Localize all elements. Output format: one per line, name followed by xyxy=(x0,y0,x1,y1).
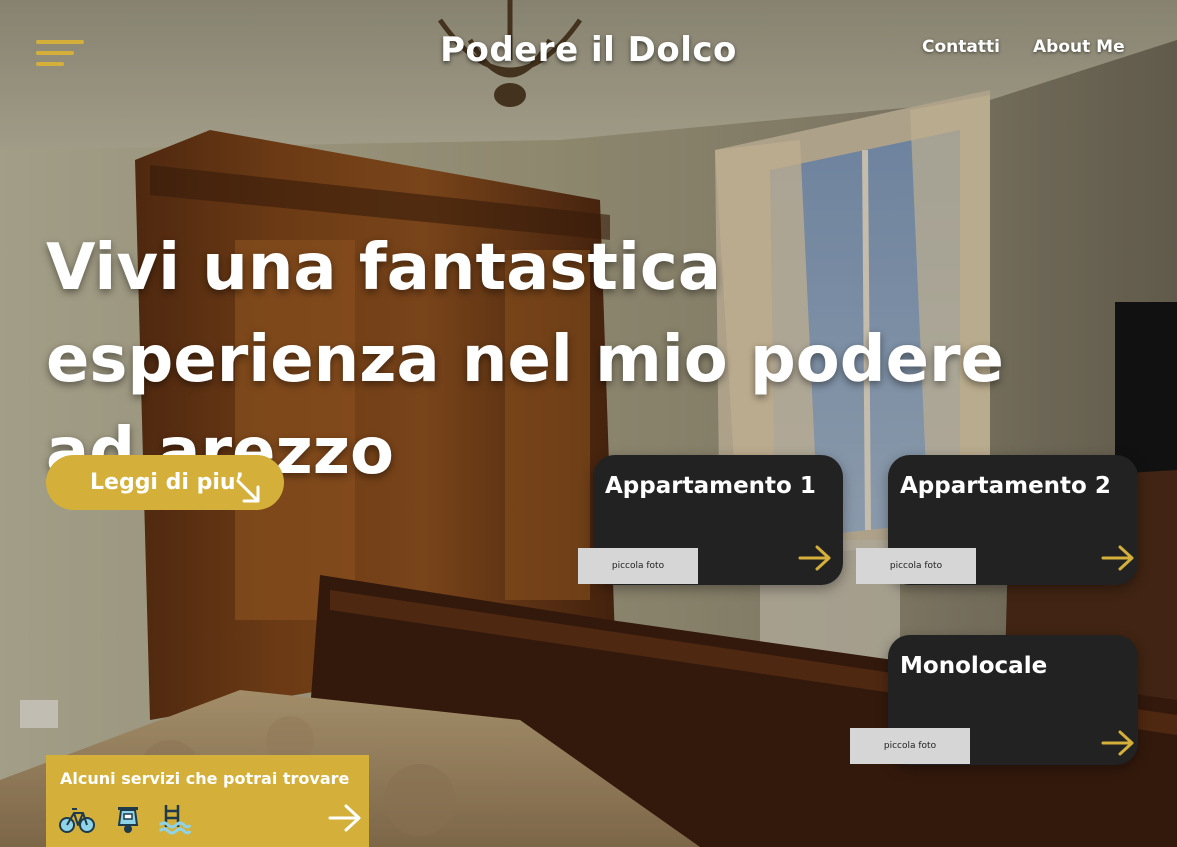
monolocale-card[interactable]: Monolocale piccola foto xyxy=(850,635,1138,765)
card-title: Appartamento 1 xyxy=(605,473,816,499)
services-box[interactable]: Alcuni servizi che potrai trovare xyxy=(46,755,369,847)
nav-link-about-me[interactable]: About Me xyxy=(1033,37,1125,57)
apartment-card-1[interactable]: Appartamento 1 piccola foto xyxy=(578,455,843,585)
card-title: Monolocale xyxy=(900,653,1048,679)
site-title[interactable]: Podere il Dolco xyxy=(0,30,1177,70)
arrow-right-icon[interactable] xyxy=(1101,730,1135,756)
card-photo-placeholder: piccola foto xyxy=(856,548,976,584)
read-more-label: Leggi di piu’ xyxy=(90,470,244,495)
scooter-icon xyxy=(117,807,139,833)
arrow-down-right-icon xyxy=(236,479,260,503)
card-photo-placeholder: piccola foto xyxy=(578,548,698,584)
services-title: Alcuni servizi che potrai trovare xyxy=(60,769,350,788)
apartment-card-2[interactable]: Appartamento 2 piccola foto xyxy=(856,455,1138,585)
arrow-right-icon[interactable] xyxy=(798,545,832,571)
card-title: Appartamento 2 xyxy=(900,473,1111,499)
arrow-right-icon[interactable] xyxy=(1101,545,1135,571)
read-more-button[interactable]: Leggi di piu’ xyxy=(46,455,284,510)
pool-ladder-icon xyxy=(158,805,192,835)
card-photo-placeholder: piccola foto xyxy=(850,728,970,764)
nav-link-contatti[interactable]: Contatti xyxy=(922,37,1000,57)
arrow-right-icon[interactable] xyxy=(328,803,362,833)
bicycle-icon xyxy=(59,808,95,833)
